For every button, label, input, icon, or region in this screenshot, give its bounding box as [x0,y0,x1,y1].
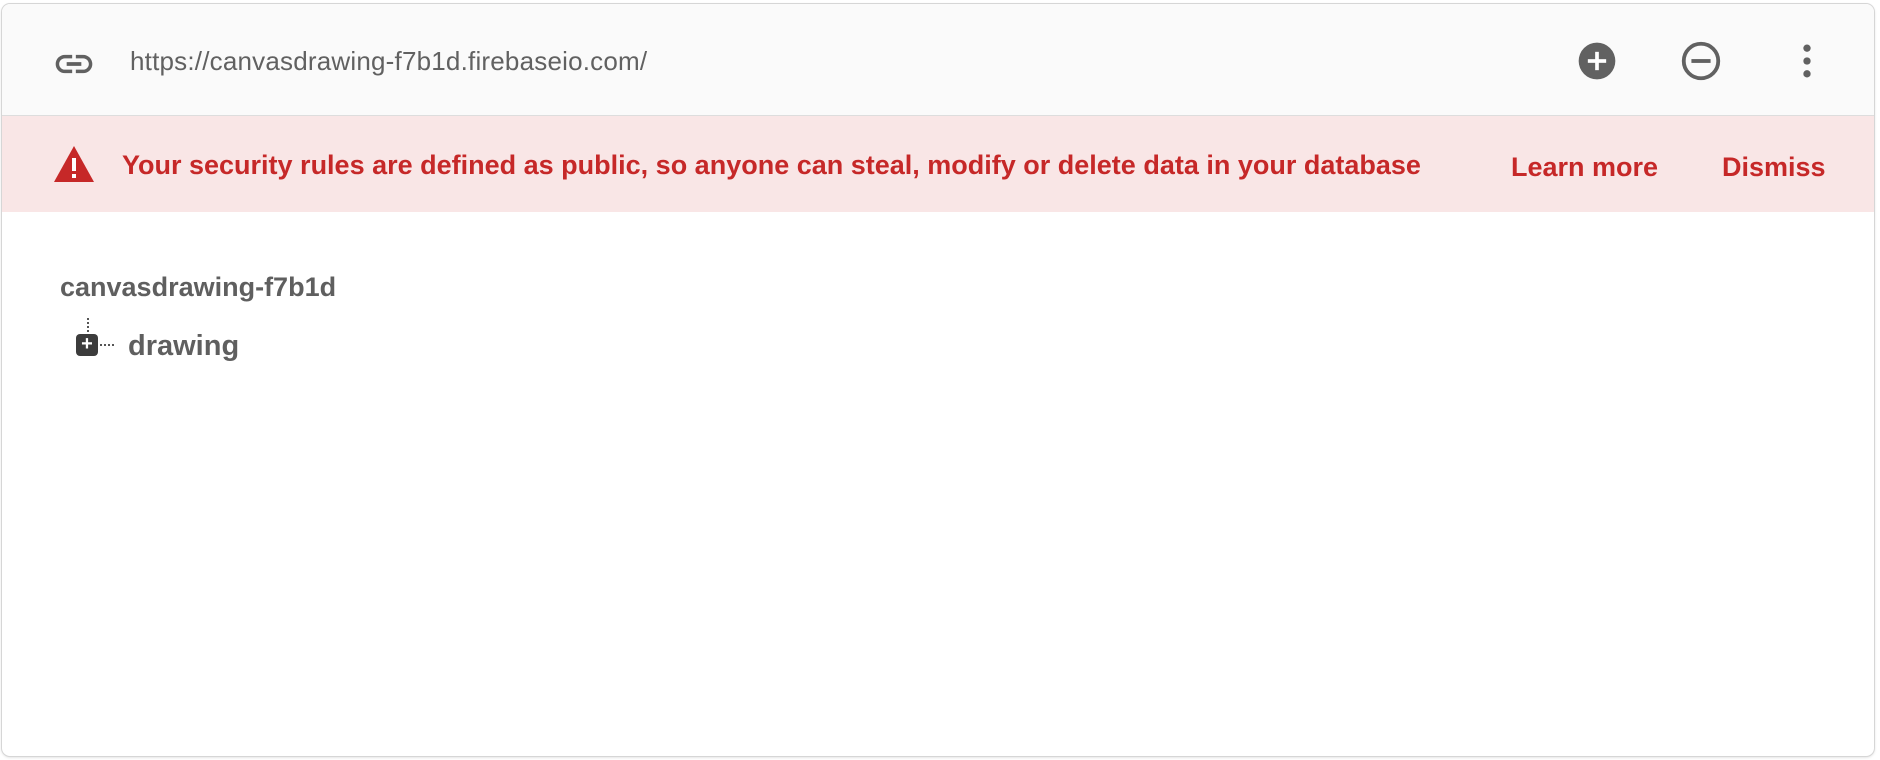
remove-circle-icon [1678,38,1724,89]
database-panel: https://canvasdrawing-f7b1d.firebaseio.c… [2,4,1874,756]
dismiss-button[interactable]: Dismiss [1722,152,1826,183]
database-url[interactable]: https://canvasdrawing-f7b1d.firebaseio.c… [130,46,647,77]
tree-root-node[interactable]: canvasdrawing-f7b1d [60,272,336,303]
learn-more-link[interactable]: Learn more [1511,152,1658,183]
tree-connector-vertical [87,318,89,332]
warning-icon [52,144,96,184]
more-options-button[interactable] [1784,40,1830,86]
database-url-bar: https://canvasdrawing-f7b1d.firebaseio.c… [2,4,1874,116]
more-vert-icon [1785,39,1829,88]
link-icon[interactable] [52,42,96,86]
add-circle-icon [1575,39,1619,88]
remove-node-button[interactable] [1678,40,1724,86]
expand-node-button[interactable]: + [76,334,98,356]
tree-connector-horizontal [100,344,114,346]
tree-node-drawing: + drawing [76,316,376,362]
security-warning-banner: Your security rules are defined as publi… [2,116,1874,212]
add-child-button[interactable] [1574,40,1620,86]
tree-node-label[interactable]: drawing [128,330,239,363]
database-tree: canvasdrawing-f7b1d + drawing [60,272,336,362]
security-warning-message: Your security rules are defined as publi… [122,150,1421,180]
